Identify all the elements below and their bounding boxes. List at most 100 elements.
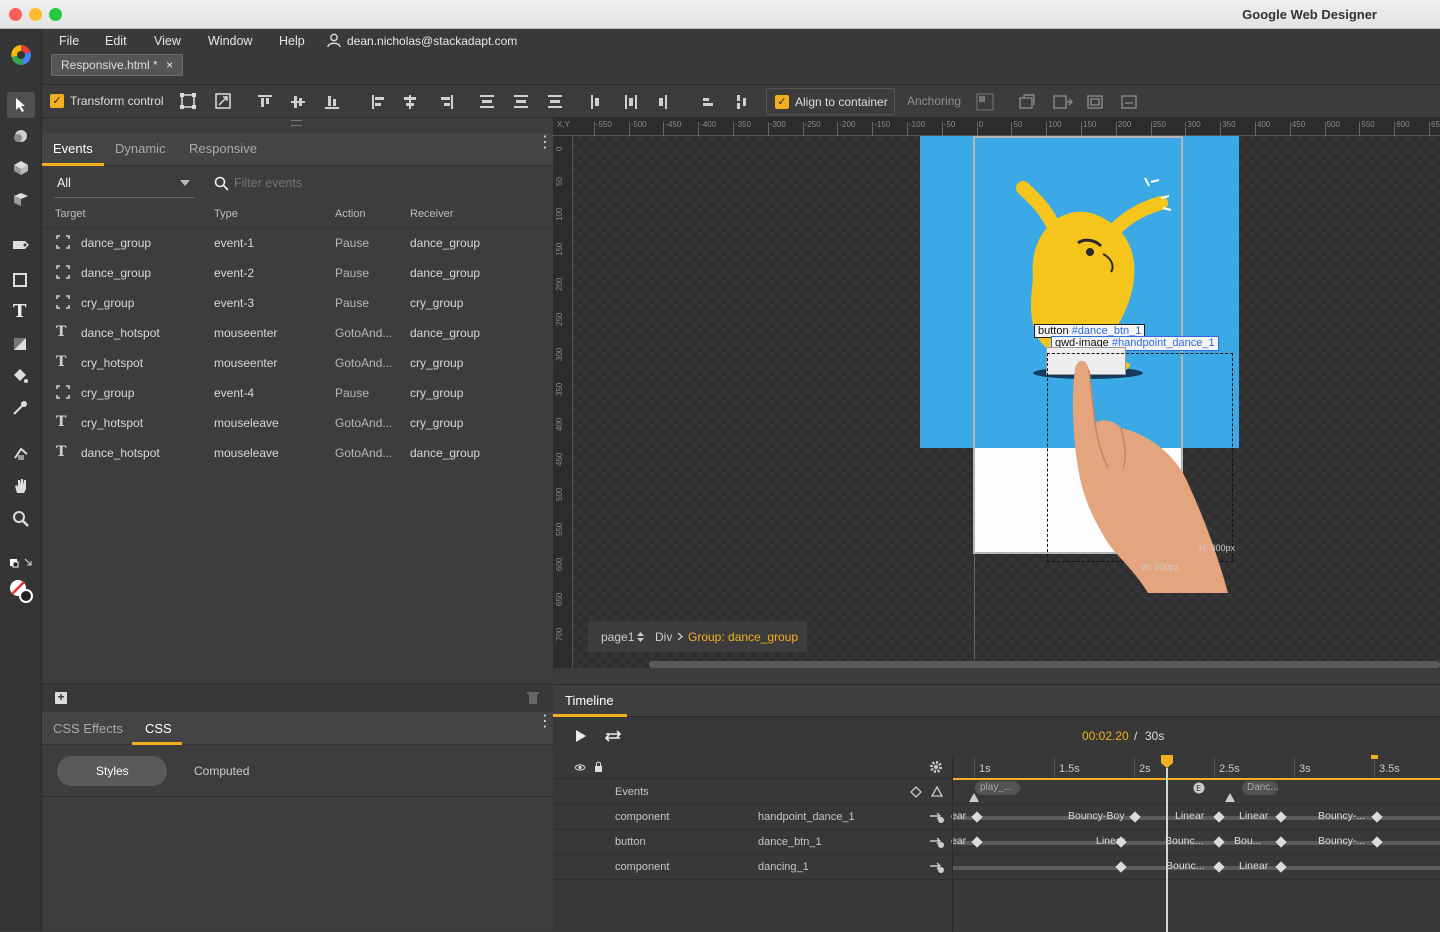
3d-rotate-icon[interactable]: [12, 192, 30, 208]
keyframe-marker[interactable]: [1371, 836, 1383, 848]
event-row[interactable]: cry_group event-4 Pause cry_group: [42, 378, 553, 408]
align-to-container-checkbox[interactable]: ✓: [775, 95, 789, 109]
breadcrumb-group[interactable]: Group: dance_group: [688, 630, 798, 644]
menu-view[interactable]: View: [154, 34, 181, 48]
easing-label[interactable]: Linear: [1175, 810, 1204, 822]
align-distribute-icons[interactable]: [257, 94, 767, 110]
selection-tool-button[interactable]: [7, 92, 35, 118]
easing-label[interactable]: Linear: [1096, 835, 1125, 847]
easing-label[interactable]: Bounc...: [1165, 835, 1204, 847]
label-marker-icon[interactable]: E: [1193, 782, 1205, 794]
hand-tool-icon[interactable]: [12, 477, 30, 495]
minimize-window-button[interactable]: [29, 8, 42, 21]
layout-options-icons[interactable]: [1018, 93, 1146, 111]
col-action[interactable]: Action: [335, 208, 366, 220]
menu-file[interactable]: File: [59, 34, 79, 48]
tab-events[interactable]: Events: [53, 141, 93, 156]
track-row[interactable]: button dance_btn_1 ear Linear Bounc... Bou...…: [553, 830, 1440, 855]
keyframe-marker[interactable]: [1371, 811, 1383, 823]
design-stage[interactable]: X,Y -550 -500 -450 -400 -350 -300 -250 -200 -150-…: [553, 118, 1440, 668]
keyframe-marker[interactable]: [1129, 811, 1141, 823]
event-filter-select[interactable]: All: [54, 170, 195, 198]
keyframe-marker[interactable]: [1213, 861, 1225, 873]
eye-icon[interactable]: [574, 763, 586, 772]
event-row[interactable]: Tcry_hotspot mouseleave GotoAnd... cry_grou…: [42, 408, 553, 438]
easing-label[interactable]: Linear: [1239, 810, 1268, 822]
lock-icon[interactable]: [594, 761, 603, 772]
loop-icon[interactable]: [602, 729, 624, 743]
css-panel-more-icon[interactable]: ⋮: [537, 714, 553, 730]
breadcrumb-page[interactable]: page1: [601, 630, 634, 644]
keyframe-marker[interactable]: [1213, 811, 1225, 823]
close-window-button[interactable]: [9, 8, 22, 21]
text-tool-icon[interactable]: T: [13, 301, 26, 322]
menu-edit[interactable]: Edit: [105, 34, 127, 48]
gear-icon[interactable]: [929, 760, 943, 774]
tab-css-effects[interactable]: CSS Effects: [53, 721, 123, 736]
easing-label[interactable]: ear: [951, 810, 966, 822]
gradient-tool-icon[interactable]: [12, 336, 28, 352]
event-marker[interactable]: [969, 793, 979, 802]
menu-window[interactable]: Window: [208, 34, 252, 48]
track-options-icon[interactable]: [929, 837, 945, 848]
easing-label[interactable]: Bounc...: [1166, 860, 1205, 872]
tab-dynamic[interactable]: Dynamic: [115, 141, 166, 156]
panel-more-icon[interactable]: ⋮: [537, 135, 553, 151]
pointing-hand-image[interactable]: [1043, 348, 1233, 598]
play-icon[interactable]: [575, 729, 587, 743]
filter-events-input[interactable]: [234, 173, 534, 193]
add-event-marker-icon[interactable]: [931, 786, 943, 797]
tag-tool-icon[interactable]: [12, 128, 30, 144]
easing-label[interactable]: Bouncy-...: [1318, 835, 1365, 847]
eyedropper-icon[interactable]: [11, 399, 29, 417]
close-tab-icon[interactable]: ×: [166, 58, 173, 72]
end-marker[interactable]: [1371, 755, 1378, 759]
event-row[interactable]: dance_group event-2 Pause dance_group: [42, 258, 553, 288]
panel-resize-grip[interactable]: [291, 120, 302, 126]
event-row[interactable]: Tdance_hotspot mouseleave GotoAnd... dance_…: [42, 438, 553, 468]
event-row[interactable]: dance_group event-1 Pause dance_group: [42, 228, 553, 258]
track-options-icon[interactable]: [929, 862, 945, 873]
easing-label[interactable]: ear: [951, 835, 966, 847]
easing-label[interactable]: Bou...: [1234, 835, 1261, 847]
event-row[interactable]: Tcry_hotspot mouseenter GotoAnd... cry_grou…: [42, 348, 553, 378]
3d-translate-icon[interactable]: [12, 445, 30, 463]
track-options-icon[interactable]: [929, 812, 945, 823]
easing-label[interactable]: Bouncy-Boy: [1068, 810, 1125, 822]
anchoring-icon[interactable]: [976, 93, 994, 111]
shape-tool-icon[interactable]: [12, 272, 28, 288]
easing-label[interactable]: Linear: [1239, 860, 1268, 872]
current-time[interactable]: 00:02.20: [1082, 729, 1129, 743]
breadcrumb-div[interactable]: Div: [655, 630, 672, 644]
no-color-icon[interactable]: [8, 578, 36, 606]
page-select-icon[interactable]: [637, 631, 644, 643]
transform-control-checkbox[interactable]: ✓: [50, 94, 64, 108]
easing-label[interactable]: Bouncy-...: [1318, 810, 1365, 822]
3d-object-icon[interactable]: [12, 160, 30, 176]
zoom-tool-icon[interactable]: [12, 510, 30, 528]
event-row[interactable]: Tdance_hotspot mouseenter GotoAnd... dance_…: [42, 318, 553, 348]
keyframe-marker[interactable]: [971, 811, 983, 823]
col-target[interactable]: Target: [55, 208, 86, 220]
total-time[interactable]: 30s: [1145, 729, 1164, 743]
transform-box-icon[interactable]: [179, 92, 197, 110]
document-tab[interactable]: Responsive.html * ×: [51, 54, 184, 76]
event-marker[interactable]: [1225, 793, 1235, 802]
add-keyframe-icon[interactable]: [910, 786, 922, 798]
fill-stroke-swap-icon[interactable]: [9, 557, 33, 569]
track-row[interactable]: component handpoint_dance_1 ear Bouncy-Boy L…: [553, 805, 1440, 830]
keyframe-marker[interactable]: [971, 836, 983, 848]
horizontal-scrollbar[interactable]: [649, 661, 1440, 668]
add-event-icon[interactable]: +: [55, 691, 67, 704]
event-row[interactable]: cry_group event-3 Pause cry_group: [42, 288, 553, 318]
paint-bucket-icon[interactable]: [11, 367, 29, 385]
playhead-handle[interactable]: [1161, 755, 1173, 768]
keyframe-marker[interactable]: [1213, 836, 1225, 848]
keyframe-marker[interactable]: [1275, 811, 1287, 823]
keyframe-marker[interactable]: [1115, 861, 1127, 873]
event-label-dance[interactable]: Danc...: [1242, 781, 1279, 795]
event-label-play[interactable]: play_...: [975, 781, 1020, 795]
col-type[interactable]: Type: [214, 208, 238, 220]
resize-icon[interactable]: [214, 92, 232, 110]
computed-button[interactable]: Computed: [194, 764, 249, 778]
